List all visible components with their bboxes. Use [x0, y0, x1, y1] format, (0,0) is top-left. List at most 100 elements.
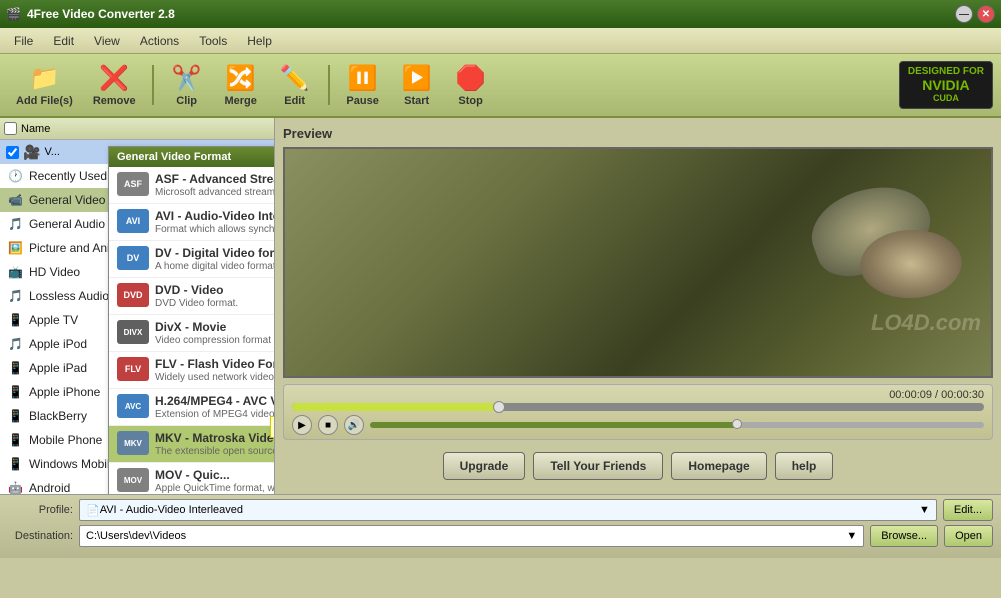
volume-bar[interactable]	[370, 422, 984, 428]
file-list-header: Name	[0, 118, 274, 140]
merge-button[interactable]: 🔀 Merge	[216, 60, 266, 111]
file-checkbox[interactable]	[6, 146, 19, 159]
format-asf[interactable]: ASF ASF - Advanced Streaming Fo... Micro…	[109, 167, 275, 204]
volume-icon[interactable]: 🔊	[344, 415, 364, 435]
cat-label: Mobile Phone	[29, 433, 102, 447]
format-dvd[interactable]: DVD DVD - Video DVD Video format.	[109, 278, 275, 315]
open-button[interactable]: Open	[944, 525, 993, 547]
file-name: V...	[44, 146, 60, 158]
remove-button[interactable]: ❌ Remove	[85, 60, 144, 111]
menu-file[interactable]: File	[4, 31, 43, 51]
upgrade-button[interactable]: Upgrade	[443, 452, 526, 480]
avi-icon: AVI	[117, 209, 149, 233]
apple-iphone-icon: 📱	[8, 385, 23, 399]
playback-controls: ▶ ■ 🔊	[292, 415, 984, 435]
edit-label: Edit	[284, 95, 305, 107]
profile-dropdown-arrow[interactable]: ▼	[919, 504, 930, 516]
apple-ipod-icon: 🎵	[8, 337, 23, 351]
destination-label: Destination:	[8, 530, 73, 542]
start-button[interactable]: ▶️ Start	[392, 60, 442, 111]
profile-label: Profile:	[8, 504, 73, 516]
title-bar-left: 🎬 4Free Video Converter 2.8	[6, 7, 175, 21]
format-mkv-text: MKV - Matroska Video The extensible open…	[155, 431, 275, 457]
flv-icon: FLV	[117, 357, 149, 381]
format-avi[interactable]: AVI AVI - Audio-Video Interleav◉ Format …	[109, 204, 275, 241]
bottom-bar: Profile: 📄 AVI - Audio-Video Interleaved…	[0, 494, 1001, 558]
asf-icon: ASF	[117, 172, 149, 196]
video-frame	[285, 149, 991, 376]
column-name: Name	[21, 123, 270, 135]
profile-value: AVI - Audio-Video Interleaved	[100, 504, 243, 516]
profile-file-icon: 📄	[86, 504, 100, 517]
edit-profile-button[interactable]: Edit...	[943, 499, 993, 521]
toolbar-separator-2	[328, 65, 330, 105]
edit-button[interactable]: ✏️ Edit	[270, 60, 320, 111]
format-h264-text: H.264/MPEG4 - AVC Video ◉ Extension of M…	[155, 394, 275, 420]
browse-button[interactable]: Browse...	[870, 525, 938, 547]
stop-media-button[interactable]: ■	[318, 415, 338, 435]
edit-icon: ✏️	[280, 64, 310, 93]
pause-icon: ⏸️	[348, 64, 378, 93]
remove-label: Remove	[93, 95, 136, 107]
play-button[interactable]: ▶	[292, 415, 312, 435]
title-bar: 🎬 4Free Video Converter 2.8 — ✕	[0, 0, 1001, 28]
profile-field[interactable]: 📄 AVI - Audio-Video Interleaved ▼	[79, 499, 937, 521]
format-avi-text: AVI - Audio-Video Interleav◉ Format whic…	[155, 209, 275, 235]
app-title: 4Free Video Converter 2.8	[27, 7, 175, 21]
stop-button[interactable]: 🛑 Stop	[446, 60, 496, 111]
menu-help[interactable]: Help	[237, 31, 282, 51]
hd-video-icon: 📺	[8, 265, 23, 279]
progress-bar[interactable]	[292, 403, 984, 411]
volume-thumb[interactable]	[732, 419, 742, 429]
format-flv[interactable]: FLV FLV - Flash Video Format Widely used…	[109, 352, 275, 389]
android-icon: 🤖	[8, 481, 23, 494]
destination-field[interactable]: C:\Users\dev\Videos ▼	[79, 525, 864, 547]
add-files-button[interactable]: 📁 Add File(s)	[8, 60, 81, 111]
help-button[interactable]: help	[775, 452, 834, 480]
media-controls: 00:00:09 / 00:00:30 ▶ ■ 🔊	[283, 384, 993, 440]
format-tooltip: The extensible open source, open standar…	[270, 416, 275, 438]
format-h264[interactable]: AVC H.264/MPEG4 - AVC Video ◉ Extension …	[109, 389, 275, 426]
cat-label: Android	[29, 481, 70, 494]
cat-label: Apple TV	[29, 313, 78, 327]
menu-edit[interactable]: Edit	[43, 31, 84, 51]
action-buttons: Upgrade Tell Your Friends Homepage help	[283, 446, 993, 486]
title-bar-controls: — ✕	[955, 5, 995, 23]
menu-actions[interactable]: Actions	[130, 31, 189, 51]
pause-button[interactable]: ⏸️ Pause	[338, 60, 388, 111]
tell-friends-button[interactable]: Tell Your Friends	[533, 452, 663, 480]
menu-view[interactable]: View	[84, 31, 130, 51]
volume-fill	[370, 422, 738, 428]
format-flv-text: FLV - Flash Video Format Widely used net…	[155, 357, 275, 383]
cat-label: Apple iPod	[29, 337, 87, 351]
stop-label: Stop	[458, 95, 482, 107]
format-dropdown: General Video Format ASF ASF - Advanced …	[108, 146, 275, 494]
apple-ipad-icon: 📱	[8, 361, 23, 375]
format-mkv[interactable]: MKV MKV - Matroska Video The extensible …	[109, 426, 275, 463]
close-button[interactable]: ✕	[977, 5, 995, 23]
format-divx[interactable]: DIVX DivX - Movie Video compression form…	[109, 315, 275, 352]
app-icon: 🎬	[6, 7, 21, 21]
homepage-button[interactable]: Homepage	[671, 452, 766, 480]
remove-icon: ❌	[99, 64, 129, 93]
cat-label: BlackBerry	[29, 409, 87, 423]
mobile-phone-icon: 📱	[8, 433, 23, 447]
minimize-button[interactable]: —	[955, 5, 973, 23]
format-mov[interactable]: MOV MOV - Quic... Apple QuickTime format…	[109, 463, 275, 494]
mkv-icon: MKV	[117, 431, 149, 455]
menu-bar: File Edit View Actions Tools Help	[0, 28, 1001, 54]
start-label: Start	[404, 95, 429, 107]
clip-button[interactable]: ✂️ Clip	[162, 60, 212, 111]
format-dv-text: DV - Digital Video format A home digital…	[155, 246, 275, 272]
progress-thumb[interactable]	[493, 401, 505, 413]
recently-used-icon: 🕐	[8, 169, 23, 183]
destination-dropdown-arrow[interactable]: ▼	[846, 530, 857, 542]
select-all-checkbox[interactable]	[4, 122, 17, 135]
clip-icon: ✂️	[172, 64, 202, 93]
menu-tools[interactable]: Tools	[189, 31, 237, 51]
h264-icon: AVC	[117, 394, 149, 418]
cat-label: Apple iPhone	[29, 385, 100, 399]
progress-fill	[292, 403, 500, 411]
start-icon: ▶️	[402, 64, 432, 93]
format-dv[interactable]: DV DV - Digital Video format A home digi…	[109, 241, 275, 278]
